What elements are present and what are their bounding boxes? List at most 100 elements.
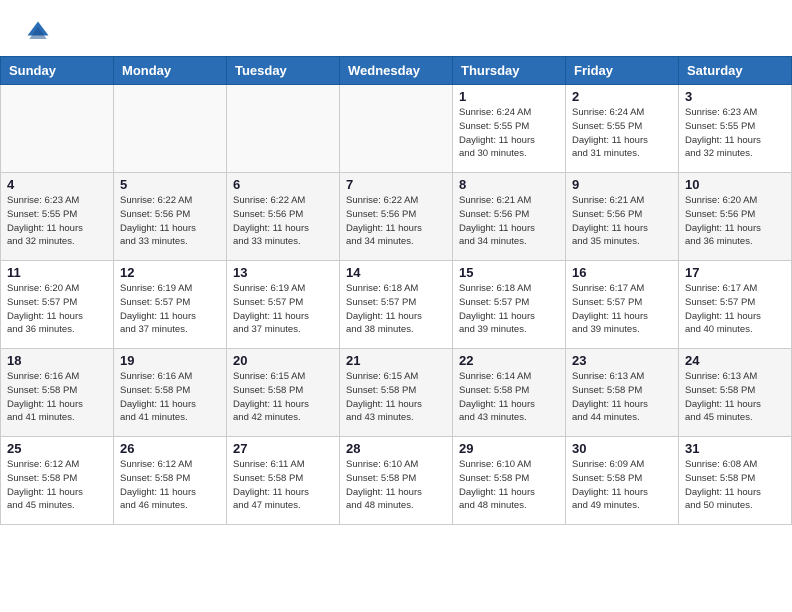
day-number: 10: [685, 177, 785, 192]
day-info: Sunrise: 6:19 AM Sunset: 5:57 PM Dayligh…: [120, 282, 220, 337]
day-info: Sunrise: 6:12 AM Sunset: 5:58 PM Dayligh…: [7, 458, 107, 513]
day-number: 24: [685, 353, 785, 368]
day-info: Sunrise: 6:20 AM Sunset: 5:56 PM Dayligh…: [685, 194, 785, 249]
day-number: 5: [120, 177, 220, 192]
day-number: 3: [685, 89, 785, 104]
day-number: 21: [346, 353, 446, 368]
calendar-header-tuesday: Tuesday: [227, 57, 340, 85]
calendar-cell: 19Sunrise: 6:16 AM Sunset: 5:58 PM Dayli…: [114, 349, 227, 437]
day-number: 11: [7, 265, 107, 280]
calendar-cell: 20 Sunrise: 6:15 AM Sunset: 5:58 PM Dayli…: [227, 349, 340, 437]
day-info: Sunrise: 6:10 AM Sunset: 5:58 PM Dayligh…: [346, 458, 446, 513]
calendar-cell: 27 Sunrise: 6:11 AM Sunset: 5:58 PM Dayli…: [227, 437, 340, 525]
logo: [24, 18, 56, 46]
day-number: 6: [233, 177, 333, 192]
calendar-cell: 14 Sunrise: 6:18 AM Sunset: 5:57 PM Dayli…: [340, 261, 453, 349]
day-info: Sunrise: 6:22 AM Sunset: 5:56 PM Dayligh…: [346, 194, 446, 249]
calendar-cell: 26 Sunrise: 6:12 AM Sunset: 5:58 PM Dayli…: [114, 437, 227, 525]
day-number: 8: [459, 177, 559, 192]
day-number: 13: [233, 265, 333, 280]
day-number: 4: [7, 177, 107, 192]
calendar-cell: [114, 85, 227, 173]
day-info: Sunrise: 6:11 AM Sunset: 5:58 PM Dayligh…: [233, 458, 333, 513]
page-header: [0, 0, 792, 56]
day-info: Sunrise: 6:10 AM Sunset: 5:58 PM Dayligh…: [459, 458, 559, 513]
calendar-cell: [1, 85, 114, 173]
calendar-cell: 11 Sunrise: 6:20 AM Sunset: 5:57 PM Dayli…: [1, 261, 114, 349]
day-info: Sunrise: 6:09 AM Sunset: 5:58 PM Dayligh…: [572, 458, 672, 513]
day-info: Sunrise: 6:15 AM Sunset: 5:58 PM Dayligh…: [346, 370, 446, 425]
day-number: 30: [572, 441, 672, 456]
day-number: 26: [120, 441, 220, 456]
day-info: Sunrise: 6:19 AM Sunset: 5:57 PM Dayligh…: [233, 282, 333, 337]
calendar-cell: 21 Sunrise: 6:15 AM Sunset: 5:58 PM Dayli…: [340, 349, 453, 437]
calendar-cell: 1 Sunrise: 6:24 AM Sunset: 5:55 PM Daylig…: [453, 85, 566, 173]
calendar-cell: 9 Sunrise: 6:21 AM Sunset: 5:56 PM Daylig…: [566, 173, 679, 261]
day-number: 22: [459, 353, 559, 368]
day-info: Sunrise: 6:16 AM Sunset: 5:58 PM Dayligh…: [7, 370, 107, 425]
day-info: Sunrise: 6:20 AM Sunset: 5:57 PM Dayligh…: [7, 282, 107, 337]
calendar-cell: 5Sunrise: 6:22 AM Sunset: 5:56 PM Daylig…: [114, 173, 227, 261]
calendar-cell: 18 Sunrise: 6:16 AM Sunset: 5:58 PM Dayli…: [1, 349, 114, 437]
calendar-cell: 6 Sunrise: 6:22 AM Sunset: 5:56 PM Daylig…: [227, 173, 340, 261]
calendar-header-sunday: Sunday: [1, 57, 114, 85]
calendar-cell: 12 Sunrise: 6:19 AM Sunset: 5:57 PM Dayli…: [114, 261, 227, 349]
calendar-cell: [227, 85, 340, 173]
day-number: 17: [685, 265, 785, 280]
day-number: 12: [120, 265, 220, 280]
day-number: 20: [233, 353, 333, 368]
day-number: 16: [572, 265, 672, 280]
calendar-cell: 24Sunrise: 6:13 AM Sunset: 5:58 PM Dayli…: [679, 349, 792, 437]
day-info: Sunrise: 6:18 AM Sunset: 5:57 PM Dayligh…: [346, 282, 446, 337]
day-number: 15: [459, 265, 559, 280]
day-info: Sunrise: 6:21 AM Sunset: 5:56 PM Dayligh…: [572, 194, 672, 249]
calendar-cell: 23 Sunrise: 6:13 AM Sunset: 5:58 PM Dayli…: [566, 349, 679, 437]
day-info: Sunrise: 6:15 AM Sunset: 5:58 PM Dayligh…: [233, 370, 333, 425]
calendar-week-2: 4 Sunrise: 6:23 AM Sunset: 5:55 PM Daylig…: [1, 173, 792, 261]
calendar-cell: 10 Sunrise: 6:20 AM Sunset: 5:56 PM Dayli…: [679, 173, 792, 261]
calendar-cell: 17 Sunrise: 6:17 AM Sunset: 5:57 PM Dayli…: [679, 261, 792, 349]
calendar-cell: 15 Sunrise: 6:18 AM Sunset: 5:57 PM Dayli…: [453, 261, 566, 349]
day-info: Sunrise: 6:23 AM Sunset: 5:55 PM Dayligh…: [7, 194, 107, 249]
day-info: Sunrise: 6:22 AM Sunset: 5:56 PM Dayligh…: [233, 194, 333, 249]
day-info: Sunrise: 6:18 AM Sunset: 5:57 PM Dayligh…: [459, 282, 559, 337]
calendar-week-3: 11 Sunrise: 6:20 AM Sunset: 5:57 PM Dayli…: [1, 261, 792, 349]
day-info: Sunrise: 6:24 AM Sunset: 5:55 PM Dayligh…: [459, 106, 559, 161]
calendar-header-wednesday: Wednesday: [340, 57, 453, 85]
day-info: Sunrise: 6:24 AM Sunset: 5:55 PM Dayligh…: [572, 106, 672, 161]
day-number: 25: [7, 441, 107, 456]
day-info: Sunrise: 6:17 AM Sunset: 5:57 PM Dayligh…: [572, 282, 672, 337]
day-number: 18: [7, 353, 107, 368]
day-number: 27: [233, 441, 333, 456]
day-number: 1: [459, 89, 559, 104]
calendar-cell: 7Sunrise: 6:22 AM Sunset: 5:56 PM Daylig…: [340, 173, 453, 261]
day-info: Sunrise: 6:17 AM Sunset: 5:57 PM Dayligh…: [685, 282, 785, 337]
day-number: 29: [459, 441, 559, 456]
calendar-cell: 29 Sunrise: 6:10 AM Sunset: 5:58 PM Dayli…: [453, 437, 566, 525]
day-info: Sunrise: 6:23 AM Sunset: 5:55 PM Dayligh…: [685, 106, 785, 161]
day-number: 23: [572, 353, 672, 368]
calendar-table: SundayMondayTuesdayWednesdayThursdayFrid…: [0, 56, 792, 525]
calendar-cell: 28 Sunrise: 6:10 AM Sunset: 5:58 PM Dayli…: [340, 437, 453, 525]
day-info: Sunrise: 6:14 AM Sunset: 5:58 PM Dayligh…: [459, 370, 559, 425]
calendar-week-1: 1 Sunrise: 6:24 AM Sunset: 5:55 PM Daylig…: [1, 85, 792, 173]
calendar-cell: 16 Sunrise: 6:17 AM Sunset: 5:57 PM Dayli…: [566, 261, 679, 349]
calendar-week-4: 18 Sunrise: 6:16 AM Sunset: 5:58 PM Dayli…: [1, 349, 792, 437]
day-number: 28: [346, 441, 446, 456]
calendar-header-thursday: Thursday: [453, 57, 566, 85]
day-number: 31: [685, 441, 785, 456]
day-number: 9: [572, 177, 672, 192]
day-info: Sunrise: 6:13 AM Sunset: 5:58 PM Dayligh…: [572, 370, 672, 425]
day-number: 2: [572, 89, 672, 104]
calendar-cell: 8 Sunrise: 6:21 AM Sunset: 5:56 PM Daylig…: [453, 173, 566, 261]
calendar-header-row: SundayMondayTuesdayWednesdayThursdayFrid…: [1, 57, 792, 85]
calendar-cell: 2 Sunrise: 6:24 AM Sunset: 5:55 PM Daylig…: [566, 85, 679, 173]
day-info: Sunrise: 6:12 AM Sunset: 5:58 PM Dayligh…: [120, 458, 220, 513]
day-number: 14: [346, 265, 446, 280]
calendar-cell: [340, 85, 453, 173]
calendar-cell: 25 Sunrise: 6:12 AM Sunset: 5:58 PM Dayli…: [1, 437, 114, 525]
day-info: Sunrise: 6:21 AM Sunset: 5:56 PM Dayligh…: [459, 194, 559, 249]
calendar-cell: 30 Sunrise: 6:09 AM Sunset: 5:58 PM Dayli…: [566, 437, 679, 525]
day-info: Sunrise: 6:16 AM Sunset: 5:58 PM Dayligh…: [120, 370, 220, 425]
calendar-header-monday: Monday: [114, 57, 227, 85]
